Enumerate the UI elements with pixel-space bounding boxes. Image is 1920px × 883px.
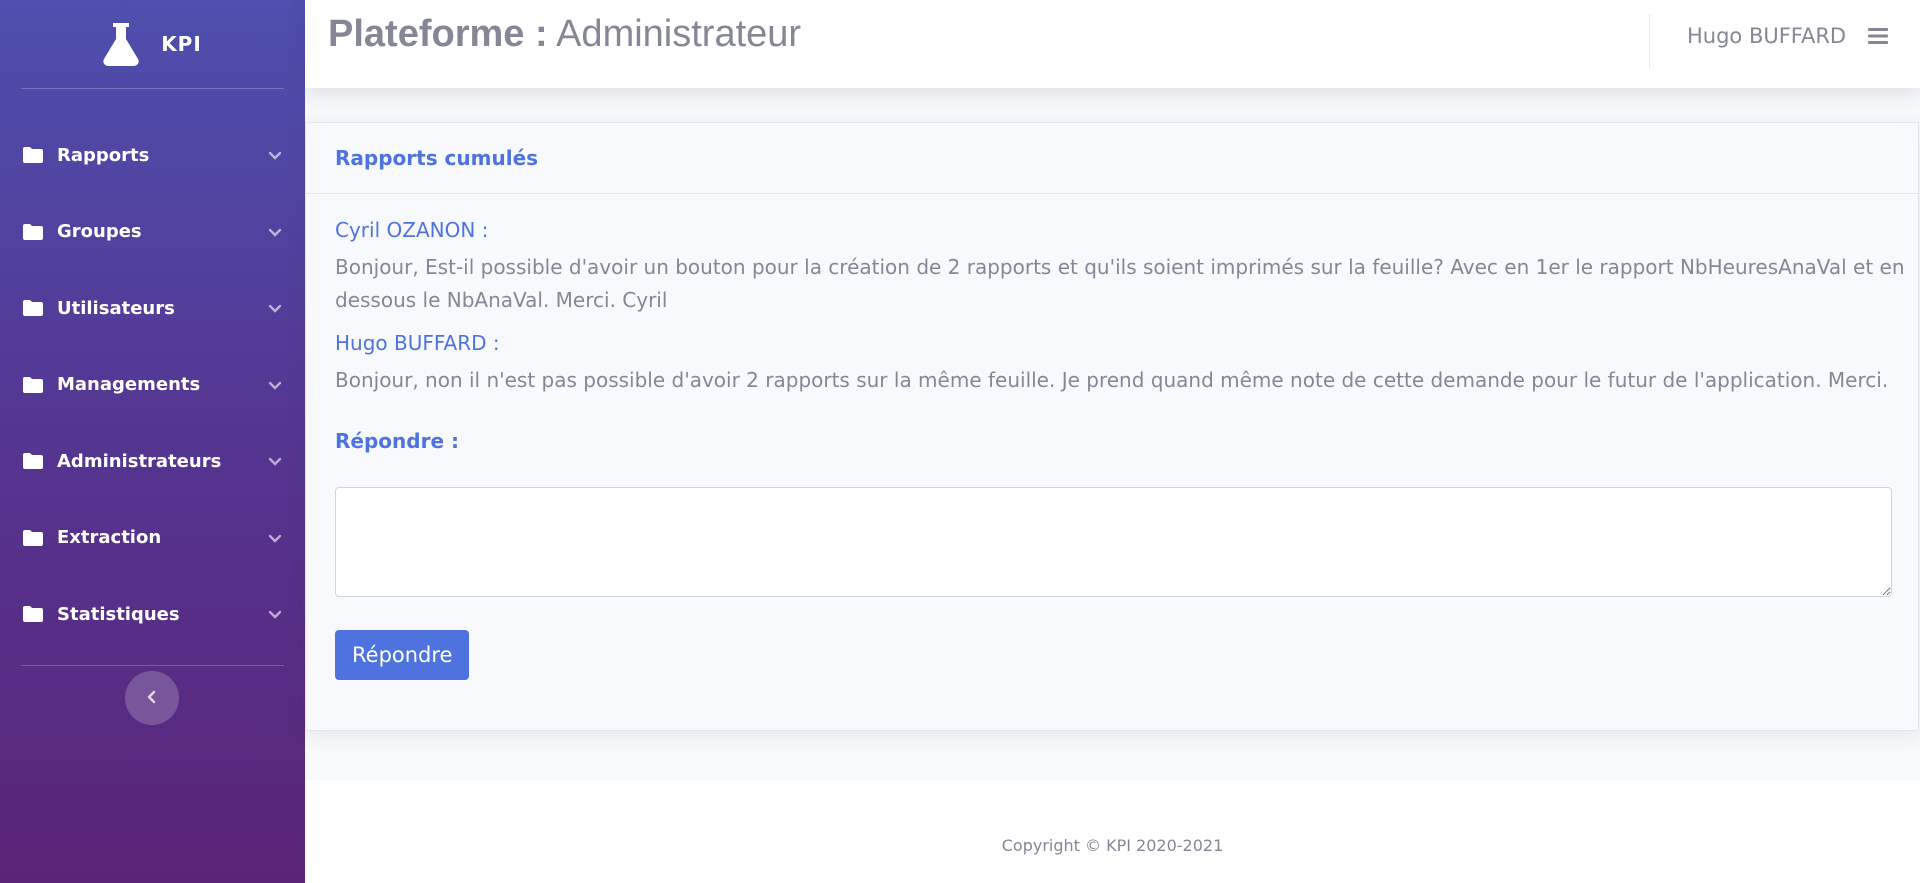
page-title-rest: Administrateur <box>547 13 802 55</box>
topbar-divider <box>1649 14 1650 68</box>
footer: Copyright © KPI 2020-2021 <box>305 780 1920 883</box>
card-header: Rapports cumulés <box>306 123 1918 194</box>
sidebar-item-rapports[interactable]: Rapports <box>0 117 305 194</box>
chevron-left-icon <box>146 689 158 708</box>
sidebar-item-label: Statistiques <box>57 603 180 625</box>
chevron-down-icon <box>267 530 283 546</box>
sidebar: KPI Rapports Groupes Utilisateurs Manage… <box>0 0 305 883</box>
message-text: Bonjour, non il n'est pas possible d'avo… <box>335 364 1889 397</box>
folder-icon <box>23 223 43 240</box>
hamburger-icon[interactable] <box>1868 27 1889 45</box>
sidebar-item-label: Administrateurs <box>57 450 222 472</box>
brand-name: KPI <box>161 32 202 56</box>
sidebar-item-label: Utilisateurs <box>57 297 175 319</box>
card-title: Rapports cumulés <box>335 146 539 170</box>
sidebar-item-label: Groupes <box>57 221 142 243</box>
sidebar-divider <box>21 664 284 666</box>
message-author: Hugo BUFFARD : <box>335 331 500 355</box>
folder-icon <box>23 300 43 317</box>
sidebar-item-label: Extraction <box>57 527 162 549</box>
sidebar-nav: Rapports Groupes Utilisateurs Management… <box>0 89 305 653</box>
reply-button[interactable]: Répondre <box>335 630 470 680</box>
sidebar-item-managements[interactable]: Managements <box>0 347 305 424</box>
sidebar-item-statistiques[interactable]: Statistiques <box>0 576 305 653</box>
message-line: Bonjour, non il n'est pas possible d'avo… <box>335 368 1889 392</box>
sidebar-item-groupes[interactable]: Groupes <box>0 194 305 271</box>
chevron-down-icon <box>267 377 283 393</box>
reply-label: Répondre : <box>335 429 459 453</box>
sidebar-item-label: Managements <box>57 374 201 396</box>
chevron-down-icon <box>267 300 283 316</box>
reply-textarea[interactable] <box>335 487 1892 597</box>
reports-card: Rapports cumulés Cyril OZANON : Bonjour,… <box>305 122 1919 731</box>
message-text: Bonjour, Est-il possible d'avoir un bout… <box>335 251 1905 317</box>
page-title: Plateforme : Administrateur <box>328 13 801 56</box>
folder-icon <box>23 529 43 546</box>
sidebar-toggle-button[interactable] <box>125 671 179 725</box>
user-menu[interactable]: Hugo BUFFARD <box>1687 24 1889 48</box>
topbar: Plateforme : Administrateur Hugo BUFFARD <box>305 0 1920 88</box>
sidebar-brand[interactable]: KPI <box>0 0 305 88</box>
folder-icon <box>23 376 43 393</box>
copyright: Copyright © KPI 2020-2021 <box>1001 836 1224 855</box>
card-body: Cyril OZANON : Bonjour, Est-il possible … <box>306 194 1918 680</box>
folder-icon <box>23 453 43 470</box>
chevron-down-icon <box>267 453 283 469</box>
folder-icon <box>23 606 43 623</box>
sidebar-item-label: Rapports <box>57 144 150 166</box>
chevron-down-icon <box>267 606 283 622</box>
user-name: Hugo BUFFARD <box>1687 24 1847 48</box>
message-line: dessous le NbAnaVal. Merci. Cyril <box>335 288 668 312</box>
chevron-down-icon <box>267 224 283 240</box>
chevron-down-icon <box>267 147 283 163</box>
sidebar-item-extraction[interactable]: Extraction <box>0 500 305 577</box>
sidebar-item-administrateurs[interactable]: Administrateurs <box>0 423 305 500</box>
page-title-bold: Plateforme : <box>328 13 548 55</box>
message-author: Cyril OZANON : <box>335 218 489 242</box>
sidebar-item-utilisateurs[interactable]: Utilisateurs <box>0 270 305 347</box>
message-line: Bonjour, Est-il possible d'avoir un bout… <box>335 255 1905 279</box>
folder-icon <box>23 147 43 164</box>
flask-icon <box>103 21 139 67</box>
